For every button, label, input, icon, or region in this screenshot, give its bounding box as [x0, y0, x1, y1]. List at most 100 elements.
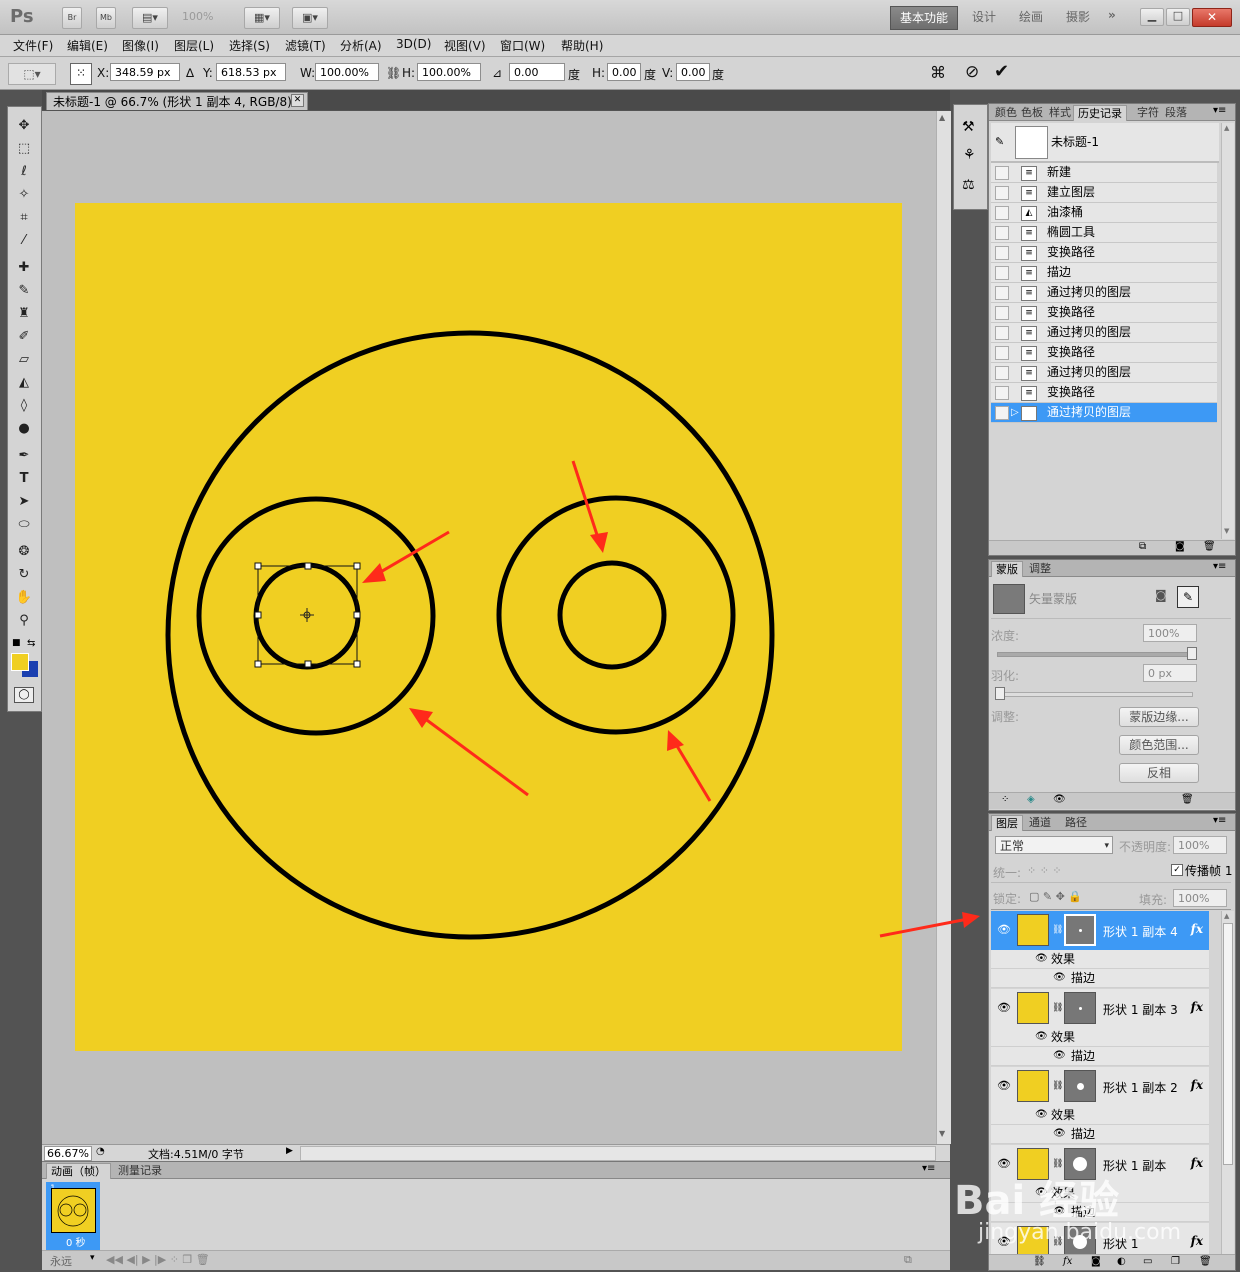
- pen-tool-icon[interactable]: ✒: [14, 447, 34, 465]
- tab-masks[interactable]: 蒙版: [991, 561, 1023, 577]
- layer-style-icon[interactable]: fx: [1063, 1256, 1072, 1267]
- feather-input[interactable]: 0 px: [1143, 664, 1197, 682]
- scroll-down-icon[interactable]: ▼: [939, 1129, 945, 1138]
- stroke-visibility-eye-icon[interactable]: 👁: [1053, 1125, 1066, 1143]
- convert-to-timeline-icon[interactable]: ⧉: [904, 1253, 912, 1267]
- delete-layer-icon[interactable]: 🗑: [1199, 1256, 1212, 1267]
- playback-controls-icon[interactable]: ◀◀ ◀| ▶ |▶ ⁘ ❐ 🗑: [106, 1253, 210, 1266]
- layers-scrollbar[interactable]: ▲: [1221, 911, 1234, 1254]
- effects-visibility-eye-icon[interactable]: 👁: [1035, 1106, 1048, 1124]
- layer-stroke-effect-row[interactable]: 👁 描边: [991, 1047, 1209, 1066]
- mask-link-icon[interactable]: ⛓: [1052, 1081, 1063, 1091]
- history-source-checkbox[interactable]: [995, 306, 1009, 320]
- history-source-checkbox[interactable]: [995, 286, 1009, 300]
- history-source-checkbox[interactable]: [995, 246, 1009, 260]
- layer-effects-row[interactable]: 👁 效果: [991, 950, 1209, 969]
- zoom-input[interactable]: 66.67%: [44, 1146, 92, 1161]
- minibridge-button[interactable]: Mb: [96, 7, 116, 29]
- y-position-input[interactable]: 618.53 px: [216, 63, 286, 81]
- workspace-painting[interactable]: 绘画: [1019, 8, 1043, 25]
- layer-row[interactable]: 👁 ⛓ 形状 1 副本 3 fx: [991, 989, 1209, 1030]
- apply-mask-icon[interactable]: ◈: [1027, 794, 1035, 805]
- tab-swatches[interactable]: 色板: [1017, 105, 1047, 120]
- reference-point-locator[interactable]: ⁙: [70, 63, 92, 85]
- layer-effects-row[interactable]: 👁 效果: [991, 1184, 1209, 1203]
- history-source-checkbox[interactable]: [995, 226, 1009, 240]
- tab-history[interactable]: 历史记录: [1073, 105, 1127, 121]
- menu-filter[interactable]: 滤镜(T): [285, 37, 326, 54]
- effects-visibility-eye-icon[interactable]: 👁: [1035, 1028, 1048, 1046]
- layer-effects-row[interactable]: 👁 效果: [991, 1106, 1209, 1125]
- layers-panel-menu-icon[interactable]: ▾≡: [1213, 815, 1226, 826]
- stroke-visibility-eye-icon[interactable]: 👁: [1053, 969, 1066, 987]
- history-item[interactable]: ≡ 变换路径: [991, 343, 1217, 363]
- paint-bucket-tool-icon[interactable]: ◭: [14, 374, 34, 392]
- menu-edit[interactable]: 编辑(E): [67, 37, 108, 54]
- x-position-input[interactable]: 348.59 px: [110, 63, 180, 81]
- propagate-frame-checkbox[interactable]: ✓: [1171, 864, 1183, 876]
- loop-dropdown-icon[interactable]: ▾: [90, 1253, 95, 1263]
- loop-select[interactable]: 永远: [50, 1253, 72, 1269]
- canvas-svg[interactable]: [42, 111, 950, 1144]
- crop-tool-icon[interactable]: ⌗: [14, 209, 34, 227]
- workspace-design[interactable]: 设计: [972, 8, 996, 25]
- menu-image[interactable]: 图像(I): [122, 37, 159, 54]
- status-options-icon[interactable]: ◔: [96, 1146, 105, 1157]
- quick-mask-icon[interactable]: ◯: [14, 687, 34, 703]
- document-vertical-scrollbar[interactable]: ▲ ▼: [936, 111, 951, 1144]
- link-layers-icon[interactable]: ⛓: [1033, 1256, 1046, 1267]
- lasso-tool-icon[interactable]: ℓ: [14, 163, 34, 181]
- layer-effects-icon[interactable]: fx: [1191, 1000, 1203, 1014]
- menu-help[interactable]: 帮助(H): [561, 37, 603, 54]
- density-input[interactable]: 100%: [1143, 624, 1197, 642]
- history-source-checkbox[interactable]: [995, 186, 1009, 200]
- tab-layers[interactable]: 图层: [991, 815, 1023, 831]
- layer-effects-icon[interactable]: fx: [1191, 1234, 1203, 1248]
- foreground-color-swatch[interactable]: [11, 653, 29, 671]
- path-selection-tool-icon[interactable]: ➤: [14, 493, 34, 511]
- workspace-photography[interactable]: 摄影: [1066, 8, 1090, 25]
- frame-delay[interactable]: 0 秒: [66, 1234, 86, 1249]
- layer-name[interactable]: 形状 1 副本 4: [1103, 923, 1178, 940]
- quick-select-tool-icon[interactable]: ✧: [14, 186, 34, 204]
- density-slider-thumb[interactable]: [1187, 647, 1197, 660]
- tab-paths[interactable]: 路径: [1061, 815, 1091, 830]
- commit-transform-icon[interactable]: ✔: [994, 61, 1009, 82]
- add-layer-mask-icon[interactable]: ◙: [1091, 1256, 1101, 1267]
- history-source-checkbox[interactable]: [995, 366, 1009, 380]
- arrange-documents-dropdown[interactable]: ▦▾: [244, 7, 280, 29]
- eyedropper-tool-icon[interactable]: ⁄: [14, 232, 34, 250]
- workspace-essentials[interactable]: 基本功能: [890, 6, 958, 30]
- clone-source-icon[interactable]: ⚖: [962, 177, 975, 193]
- stroke-visibility-eye-icon[interactable]: 👁: [1053, 1203, 1066, 1221]
- history-item[interactable]: ≡ 椭圆工具: [991, 223, 1217, 243]
- effects-visibility-eye-icon[interactable]: 👁: [1035, 950, 1048, 968]
- history-item[interactable]: ◭ 油漆桶: [991, 203, 1217, 223]
- animation-frame-1[interactable]: 1 0 秒: [46, 1182, 100, 1250]
- layer-visibility-eye-icon[interactable]: 👁: [997, 1235, 1011, 1249]
- dodge-tool-icon[interactable]: ●: [14, 420, 34, 438]
- bridge-button[interactable]: Br: [62, 7, 82, 29]
- mask-link-icon[interactable]: ⛓: [1052, 1237, 1063, 1247]
- new-adjustment-layer-icon[interactable]: ◐: [1117, 1256, 1126, 1267]
- screen-mode-dropdown[interactable]: ▣▾: [292, 7, 328, 29]
- healing-brush-tool-icon[interactable]: ✚: [14, 259, 34, 277]
- layer-name[interactable]: 形状 1: [1103, 1235, 1138, 1252]
- history-item[interactable]: ≡ 变换路径: [991, 243, 1217, 263]
- document-horizontal-scrollbar[interactable]: [300, 1146, 936, 1161]
- tab-animation-frames[interactable]: 动画（帧）: [46, 1163, 111, 1179]
- clone-stamp-tool-icon[interactable]: ♜: [14, 305, 34, 323]
- layer-visibility-eye-icon[interactable]: 👁: [997, 1001, 1011, 1015]
- ellipse-tool-icon[interactable]: ⬭: [14, 516, 34, 534]
- swap-colors-icon[interactable]: ⇆: [27, 638, 35, 649]
- menu-analysis[interactable]: 分析(A): [340, 37, 382, 54]
- history-source-checkbox[interactable]: [995, 206, 1009, 220]
- maximize-button[interactable]: □: [1166, 8, 1190, 26]
- layer-name[interactable]: 形状 1 副本 3: [1103, 1001, 1178, 1018]
- layer-effects-icon[interactable]: fx: [1191, 1156, 1203, 1170]
- layer-row[interactable]: 👁 ⛓ 形状 1 副本 4 fx: [991, 911, 1209, 952]
- layer-visibility-eye-icon[interactable]: 👁: [997, 1079, 1011, 1093]
- tab-adjustments[interactable]: 调整: [1025, 561, 1055, 576]
- layer-effects-icon[interactable]: fx: [1191, 922, 1203, 936]
- document-tab[interactable]: 未标题-1 @ 66.7% (形状 1 副本 4, RGB/8) *: [46, 92, 308, 110]
